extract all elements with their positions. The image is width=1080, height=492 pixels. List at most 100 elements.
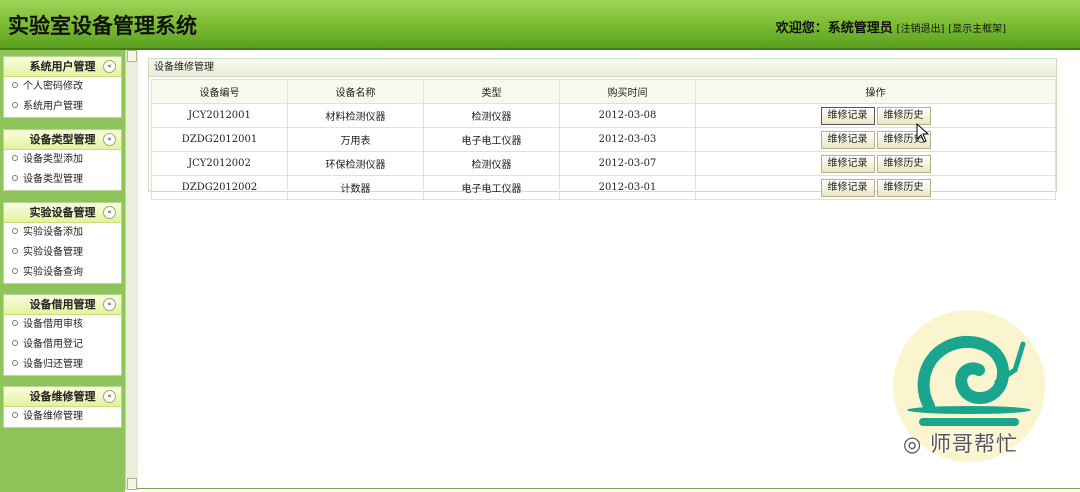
double-chevron-up-icon[interactable]: « xyxy=(103,133,116,146)
menu-item-label: 设备归还管理 xyxy=(23,359,83,370)
cell-device-name: 计数器 xyxy=(287,175,424,200)
menu-item-label: 设备维修管理 xyxy=(23,411,83,422)
col-header-name: 设备名称 xyxy=(287,79,424,104)
chat-bubble-icon: ◎ xyxy=(903,432,930,456)
double-chevron-up-icon[interactable]: « xyxy=(103,390,116,403)
circle-bullet-icon xyxy=(12,82,18,88)
menu-item-label: 设备类型管理 xyxy=(23,174,83,185)
menu-group-system-users: 系统用户管理 « 个人密码修改 系统用户管理 xyxy=(3,56,122,118)
section-title: 设备维修管理 xyxy=(149,59,1056,77)
double-chevron-up-icon[interactable]: « xyxy=(103,298,116,311)
repair-record-button[interactable]: 维修记录 xyxy=(820,154,875,173)
menu-group-repair: 设备维修管理 « 设备维修管理 xyxy=(3,386,122,428)
sidebar-item-borrow-register[interactable]: 设备借用登记 xyxy=(4,335,121,355)
current-user: 系统管理员 xyxy=(827,21,893,36)
sidebar-item-password[interactable]: 个人密码修改 xyxy=(4,77,121,97)
sidebar-item-borrow-review[interactable]: 设备借用审核 xyxy=(4,315,121,335)
scroll-down-arrow[interactable] xyxy=(127,478,137,490)
repair-history-button[interactable]: 维修历史 xyxy=(876,154,931,173)
sidebar-item-system-users[interactable]: 系统用户管理 xyxy=(4,97,121,117)
table-header-row: 设备编号 设备名称 类型 购买时间 操作 xyxy=(151,79,1056,104)
table-row: JCY2012002 环保检测仪器 检测仪器 2012-03-07 维修记录 维修… xyxy=(151,151,1056,176)
col-header-type: 类型 xyxy=(423,79,560,104)
circle-bullet-icon xyxy=(12,340,18,346)
welcome-area: 欢迎您：系统管理员 [注销退出] [显示主框架] xyxy=(776,17,1006,36)
sidebar-item-return-manage[interactable]: 设备归还管理 xyxy=(4,355,121,375)
scroll-up-arrow[interactable] xyxy=(127,50,137,62)
menu-group-title[interactable]: 设备类型管理 « xyxy=(4,130,121,150)
menu-item-label: 设备借用登记 xyxy=(23,339,83,350)
top-header: 实验室设备管理系统 欢迎您：系统管理员 [注销退出] [显示主框架] xyxy=(0,0,1080,50)
cell-device-type: 检测仪器 xyxy=(423,151,560,176)
menu-group-title[interactable]: 设备维修管理 « xyxy=(4,387,121,407)
menu-group-title-text: 设备维修管理 xyxy=(29,390,96,403)
menu-item-label: 实验设备查询 xyxy=(23,267,83,278)
cell-purchase-date: 2012-03-07 xyxy=(559,151,696,176)
cell-device-name: 材料检测仪器 xyxy=(287,103,424,128)
cell-device-type: 检测仪器 xyxy=(423,103,560,128)
cell-actions: 维修记录 维修历史 xyxy=(695,151,1056,176)
menu-item-label: 设备类型添加 xyxy=(23,154,83,165)
circle-bullet-icon xyxy=(12,228,18,234)
welcome-prefix: 欢迎您： xyxy=(775,21,828,36)
sidebar-item-device-manage[interactable]: 实验设备管理 xyxy=(4,243,121,263)
double-chevron-up-icon[interactable]: « xyxy=(103,60,116,73)
repair-history-button[interactable]: 维修历史 xyxy=(876,106,931,125)
circle-bullet-icon xyxy=(12,102,18,108)
cell-device-type: 电子电工仪器 xyxy=(423,175,560,200)
cell-actions: 维修记录 维修历史 xyxy=(695,127,1056,152)
cell-actions: 维修记录 维修历史 xyxy=(695,175,1056,200)
menu-group-lab-devices: 实验设备管理 « 实验设备添加 实验设备管理 实验设备查询 xyxy=(3,202,122,284)
cell-device-type: 电子电工仪器 xyxy=(423,127,560,152)
cell-purchase-date: 2012-03-01 xyxy=(559,175,696,200)
cell-device-id: JCY2012002 xyxy=(151,151,288,176)
cell-purchase-date: 2012-03-08 xyxy=(559,103,696,128)
menu-group-title-text: 实验设备管理 xyxy=(29,206,96,219)
repair-record-button[interactable]: 维修记录 xyxy=(820,106,875,125)
col-header-actions: 操作 xyxy=(695,79,1056,104)
menu-item-label: 设备借用审核 xyxy=(23,319,83,330)
menu-group-title[interactable]: 设备借用管理 « xyxy=(4,295,121,315)
menu-item-label: 个人密码修改 xyxy=(23,81,83,92)
cell-device-id: JCY2012001 xyxy=(151,103,288,128)
menu-group-title-text: 设备借用管理 xyxy=(29,298,96,311)
cell-actions: 维修记录 维修历史 xyxy=(695,103,1056,128)
cell-device-id: DZDG2012001 xyxy=(151,127,288,152)
repair-record-button[interactable]: 维修记录 xyxy=(820,130,875,149)
logout-link[interactable]: [注销退出] xyxy=(897,24,945,35)
sidebar-item-type-manage[interactable]: 设备类型管理 xyxy=(4,170,121,190)
repair-history-button[interactable]: 维修历史 xyxy=(876,178,931,197)
circle-bullet-icon xyxy=(12,320,18,326)
app-title: 实验室设备管理系统 xyxy=(8,13,197,38)
repair-record-button[interactable]: 维修记录 xyxy=(820,178,875,197)
menu-group-title[interactable]: 实验设备管理 « xyxy=(4,203,121,223)
circle-bullet-icon xyxy=(12,412,18,418)
cell-device-name: 万用表 xyxy=(287,127,424,152)
sidebar: 系统用户管理 « 个人密码修改 系统用户管理 设备类型管理 « 设备类型添加 设备类… xyxy=(0,50,125,492)
circle-bullet-icon xyxy=(12,155,18,161)
circle-bullet-icon xyxy=(12,268,18,274)
sidebar-item-type-add[interactable]: 设备类型添加 xyxy=(4,150,121,170)
col-header-date: 购买时间 xyxy=(559,79,696,104)
circle-bullet-icon xyxy=(12,248,18,254)
circle-bullet-icon xyxy=(12,175,18,181)
menu-group-borrowing: 设备借用管理 « 设备借用审核 设备借用登记 设备归还管理 xyxy=(3,294,122,376)
double-chevron-up-icon[interactable]: « xyxy=(103,206,116,219)
cell-device-id: DZDG2012002 xyxy=(151,175,288,200)
menu-group-title-text: 设备类型管理 xyxy=(29,133,96,146)
sidebar-item-device-query[interactable]: 实验设备查询 xyxy=(4,263,121,283)
menu-item-label: 系统用户管理 xyxy=(23,101,83,112)
col-header-id: 设备编号 xyxy=(151,79,288,104)
menu-group-title-text: 系统用户管理 xyxy=(29,60,96,73)
watermark-text: ◎ 师哥帮忙 xyxy=(903,428,1018,458)
sidebar-scrollbar[interactable] xyxy=(125,50,138,490)
menu-item-label: 实验设备添加 xyxy=(23,227,83,238)
table-row: DZDG2012002 计数器 电子电工仪器 2012-03-01 维修记录 维修… xyxy=(151,175,1056,200)
show-main-frame-link[interactable]: [显示主框架] xyxy=(948,24,1006,35)
menu-group-title[interactable]: 系统用户管理 « xyxy=(4,57,121,77)
sidebar-item-repair-manage[interactable]: 设备维修管理 xyxy=(4,407,121,427)
menu-group-device-types: 设备类型管理 « 设备类型添加 设备类型管理 xyxy=(3,129,122,191)
watermark-label: 师哥帮忙 xyxy=(930,432,1018,456)
sidebar-item-device-add[interactable]: 实验设备添加 xyxy=(4,223,121,243)
circle-bullet-icon xyxy=(12,360,18,366)
